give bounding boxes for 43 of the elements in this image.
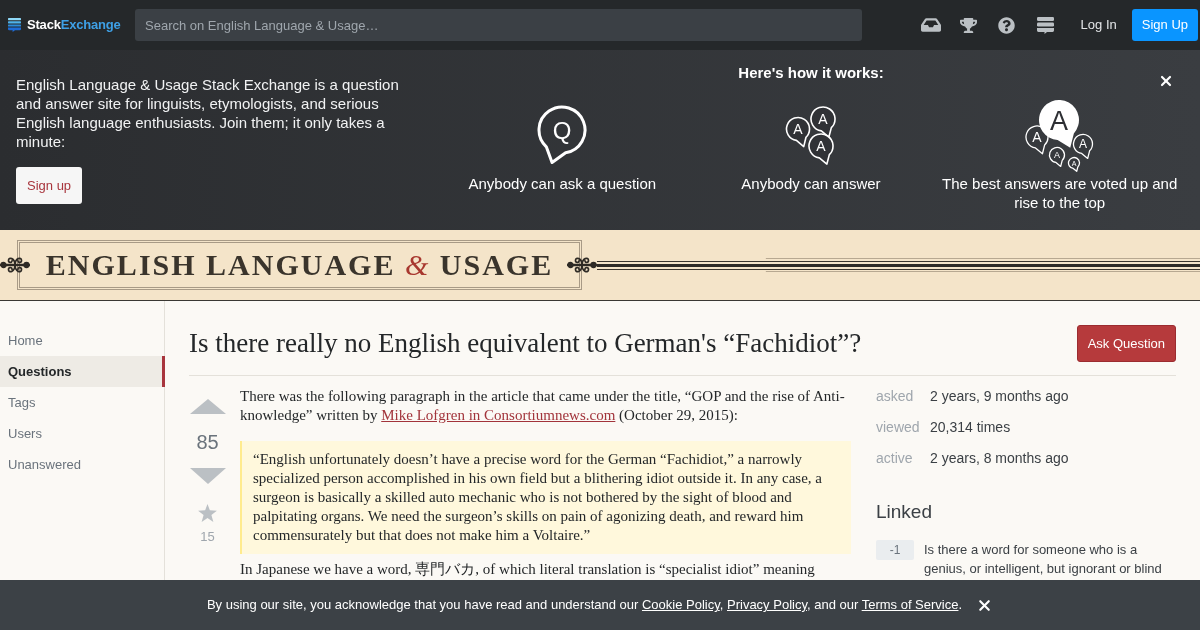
search-field[interactable]: Search on English Language & Usage… — [135, 9, 862, 41]
stat-label: active — [876, 449, 914, 468]
favorite-star-icon[interactable] — [198, 504, 217, 522]
article-link[interactable]: Mike Lofgren in Consortiumnews.com — [381, 407, 616, 423]
post-paragraph: In Japanese we have a word, 専門バカ, of which literal translation is “specialist idiot” meaning — [240, 560, 816, 579]
stack-menu-icon[interactable] — [1036, 16, 1054, 34]
logo-text[interactable]: StackExchange — [27, 15, 121, 35]
logo-icon[interactable] — [8, 18, 21, 32]
cookie-notice: By using our site, you acknowledge that you have read and understand our Cookie Policy, Privacy Policy, and our Terms of Service. — [206, 596, 963, 615]
how-it-works-heading: Here's how it works: — [738, 64, 884, 82]
policy-link[interactable]: Privacy Policy — [727, 597, 807, 613]
inbox-icon[interactable] — [920, 15, 941, 35]
post-paragraph: There was the following paragraph in the article that came under the title, “GOP and the rise of Anti-knowledge” written by Mike Lofgren in Consortiumnews.com (October 29, 2015): — [240, 387, 846, 425]
trophy-icon[interactable] — [960, 16, 978, 34]
stat-value: 20,314 times — [930, 418, 1011, 437]
stat-label: asked — [876, 387, 915, 406]
close-icon[interactable] — [1158, 73, 1174, 89]
site-title: ENGLISH LANGUAGE & USAGE — [45, 248, 554, 282]
stat-value: 2 years, 9 months ago — [930, 387, 1069, 406]
question-title: Is there really no English equivalent to German's “Fachidiot”? — [189, 327, 862, 360]
step-caption: Anybody can ask a question — [468, 174, 657, 193]
step-caption: Anybody can answer — [741, 174, 881, 193]
nav-item[interactable]: Users — [0, 418, 164, 449]
vote-count: 85 — [196, 430, 219, 454]
linked-heading: Linked — [876, 500, 933, 524]
post-quote: “English unfortunately doesn’t have a precise word for the German “Fachidiot,” a narrowly specialized person accomplished in his own field but a blithering idiot outside it. In any case, a surgeon is basically a skilled auto mechanic who is not bothered by the sight of blood and palpitating organs. We need the surgeon’s skills on pain of agonizing death, and reward him commensurately but that does not make him a Voltaire.” — [240, 441, 851, 554]
help-icon[interactable] — [998, 16, 1016, 34]
nav-item[interactable]: Unanswered — [0, 449, 164, 480]
nav-item[interactable]: Tags — [0, 387, 164, 418]
site-description: English Language & Usage Stack Exchange is a question and answer site for linguists, etymologists, and serious English language enthusiasts. Join them; it only takes a minute: — [16, 75, 400, 151]
question-bubble-icon: Q — [536, 105, 589, 165]
linked-question-link[interactable]: Is there a word for someone who is a genius, or intelligent, but ignorant or blind — [924, 540, 1176, 578]
login-link[interactable]: Log In — [1080, 15, 1117, 35]
score-badge: -1 — [876, 540, 914, 560]
policy-link[interactable]: Cookie Policy — [641, 597, 720, 613]
ask-question-button[interactable]: Ask Question — [1076, 325, 1176, 362]
step-caption: The best answers are voted up and rise to the top — [941, 174, 1179, 212]
nav-item[interactable]: Questions — [0, 356, 165, 387]
signup-button[interactable]: Sign up — [16, 167, 83, 204]
stat-value: 2 years, 8 months ago — [930, 449, 1069, 468]
nav-item[interactable]: Home — [0, 325, 164, 356]
favorite-count: 15 — [200, 529, 215, 545]
stat-label: viewed — [876, 418, 921, 437]
